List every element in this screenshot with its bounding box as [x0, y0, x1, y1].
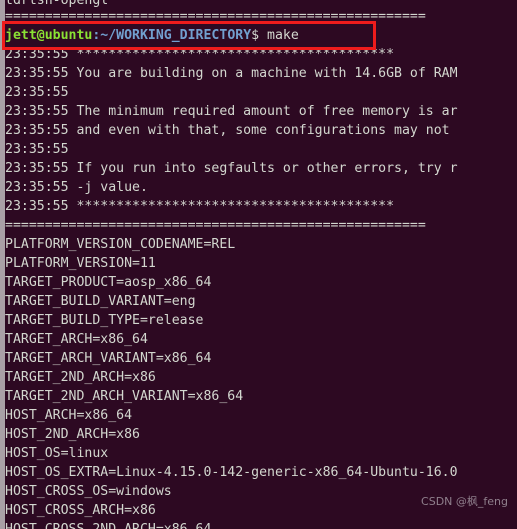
- terminal-line-text: 23:35:55 You are building on a machine w…: [5, 66, 458, 81]
- terminal-line: 23:35:55 -j value.: [5, 178, 517, 197]
- terminal-line: tdrtsh-opengl: [5, 0, 517, 7]
- prompt-path: :~/WORKING_DIRECTORY: [92, 28, 252, 43]
- terminal-line-text: HOST_2ND_ARCH=x86: [5, 427, 140, 442]
- prompt-user-host: jett@ubuntu: [5, 28, 93, 43]
- terminal-line: TARGET_BUILD_TYPE=release: [5, 311, 517, 330]
- terminal-line-text: HOST_CROSS_2ND_ARCH=x86_64: [5, 522, 211, 529]
- terminal-line-text: 23:35:55 *******************************…: [5, 199, 395, 214]
- terminal-line-text: TARGET_ARCH_VARIANT=x86_64: [5, 351, 212, 366]
- terminal-line-text: 23:35:55 -j value.: [5, 180, 148, 195]
- terminal-line-text: 23:35:55 The minimum required amount of …: [5, 104, 458, 119]
- terminal-line: HOST_OS=linux: [5, 444, 517, 463]
- terminal-line: 23:35:55 You are building on a machine w…: [5, 64, 517, 83]
- terminal-line: 23:35:55 *******************************…: [5, 45, 517, 64]
- terminal-window: tdrtsh-opengl ===========================…: [0, 0, 517, 529]
- terminal-line-text: TARGET_PRODUCT=aosp_x86_64: [5, 275, 212, 290]
- terminal-line: HOST_CROSS_2ND_ARCH=x86_64: [5, 520, 517, 529]
- terminal-line: HOST_ARCH=x86_64: [5, 406, 517, 425]
- terminal-line-text: HOST_OS=linux: [5, 446, 109, 461]
- terminal-line: 23:35:55: [5, 83, 517, 102]
- terminal-line: HOST_2ND_ARCH=x86: [5, 425, 517, 444]
- terminal-line-text: TARGET_2ND_ARCH=x86: [5, 370, 156, 385]
- terminal-line-text: ========================================…: [5, 9, 426, 24]
- terminal-line-text: TARGET_ARCH=x86_64: [5, 332, 148, 347]
- terminal-line-text: PLATFORM_VERSION=11: [5, 256, 156, 271]
- terminal-line: 23:35:55 The minimum required amount of …: [5, 102, 517, 121]
- terminal-line: TARGET_2ND_ARCH=x86: [5, 368, 517, 387]
- terminal-line: TARGET_ARCH_VARIANT=x86_64: [5, 349, 517, 368]
- terminal-line: 23:35:55: [5, 140, 517, 159]
- terminal-line-text: HOST_ARCH=x86_64: [5, 408, 133, 423]
- terminal-line-text: 23:35:55: [5, 85, 69, 100]
- terminal-line-text: HOST_OS_EXTRA=Linux-4.15.0-142-generic-x…: [5, 465, 458, 480]
- terminal-line-text: 23:35:55: [5, 142, 69, 157]
- terminal-line: TARGET_2ND_ARCH_VARIANT=x86_64: [5, 387, 517, 406]
- terminal-line-text: TARGET_BUILD_VARIANT=eng: [5, 294, 196, 309]
- terminal-line: TARGET_ARCH=x86_64: [5, 330, 517, 349]
- watermark-label: CSDN @枫_feng: [421, 495, 508, 508]
- terminal-line-text: PLATFORM_VERSION_CODENAME=REL: [5, 237, 236, 252]
- terminal-line-text: ========================================…: [5, 218, 426, 233]
- terminal-line-text: HOST_CROSS_ARCH=x86: [5, 503, 156, 518]
- terminal-line-text: TARGET_BUILD_TYPE=release: [5, 313, 204, 328]
- terminal-line-text: 23:35:55 If you run into segfaults or ot…: [5, 161, 458, 176]
- terminal-line: PLATFORM_VERSION=11: [5, 254, 517, 273]
- terminal-prompt-line: jett@ubuntu:~/WORKING_DIRECTORY$ make: [5, 26, 517, 45]
- prompt-command: $ make: [251, 28, 299, 43]
- terminal-line: 23:35:55 and even with that, some config…: [5, 121, 517, 140]
- terminal-line: ========================================…: [5, 216, 517, 235]
- terminal-line: PLATFORM_VERSION_CODENAME=REL: [5, 235, 517, 254]
- terminal-line-text: TARGET_2ND_ARCH_VARIANT=x86_64: [5, 389, 244, 404]
- terminal-line: 23:35:55 If you run into segfaults or ot…: [5, 159, 517, 178]
- terminal-output[interactable]: tdrtsh-opengl ===========================…: [5, 0, 517, 529]
- terminal-line: HOST_OS_EXTRA=Linux-4.15.0-142-generic-x…: [5, 463, 517, 482]
- terminal-line-text: tdrtsh-opengl: [5, 0, 108, 7]
- terminal-line: TARGET_PRODUCT=aosp_x86_64: [5, 273, 517, 292]
- terminal-line-text: 23:35:55 *******************************…: [5, 47, 395, 62]
- terminal-line: TARGET_BUILD_VARIANT=eng: [5, 292, 517, 311]
- terminal-line: 23:35:55 *******************************…: [5, 197, 517, 216]
- terminal-line: ========================================…: [5, 7, 517, 26]
- terminal-line-text: HOST_CROSS_OS=windows: [5, 484, 172, 499]
- terminal-line-text: 23:35:55 and even with that, some config…: [5, 123, 450, 138]
